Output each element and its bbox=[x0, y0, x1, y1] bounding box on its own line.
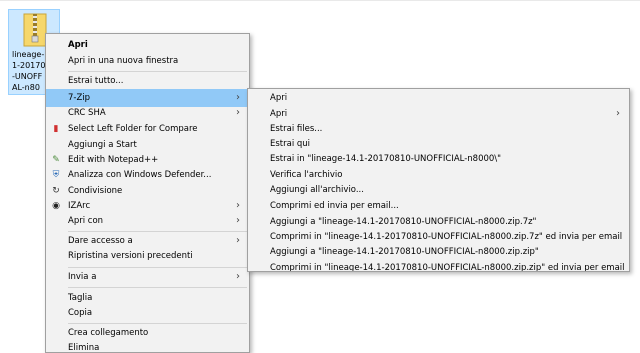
compare-icon: ▮ bbox=[53, 124, 59, 134]
menu-item-send-to[interactable]: Invia a › bbox=[46, 268, 249, 286]
submenu-7zip: Apri Apri › Estrai files... Estrai qui Es… bbox=[247, 88, 630, 272]
menu-item-open-new-window[interactable]: Apri in una nuova finestra bbox=[46, 52, 249, 70]
menu-separator bbox=[68, 287, 247, 288]
menu-item-delete[interactable]: Elimina bbox=[46, 339, 249, 352]
menu-item-copy[interactable]: Copia bbox=[46, 304, 249, 322]
context-menu: Apri Apri in una nuova finestra Estrai t… bbox=[45, 33, 250, 353]
desktop-edge bbox=[0, 0, 640, 1]
menu-item-open-with[interactable]: Apri con › bbox=[46, 212, 249, 230]
share-icon: ↻ bbox=[52, 186, 60, 196]
izarc-icon: ◉ bbox=[52, 201, 60, 211]
menu-item-extract-all[interactable]: Estrai tutto... bbox=[46, 72, 249, 90]
chevron-right-icon: › bbox=[236, 215, 240, 226]
submenu-item-compress-zip-email[interactable]: Comprimi in "lineage-14.1-20170810-UNOFF… bbox=[248, 259, 629, 271]
menu-item-restore-versions[interactable]: Ripristina versioni precedenti bbox=[46, 247, 249, 265]
shield-icon: ⛨ bbox=[52, 170, 60, 180]
chevron-right-icon: › bbox=[236, 271, 240, 282]
notepadpp-icon: ✎ bbox=[52, 155, 60, 165]
